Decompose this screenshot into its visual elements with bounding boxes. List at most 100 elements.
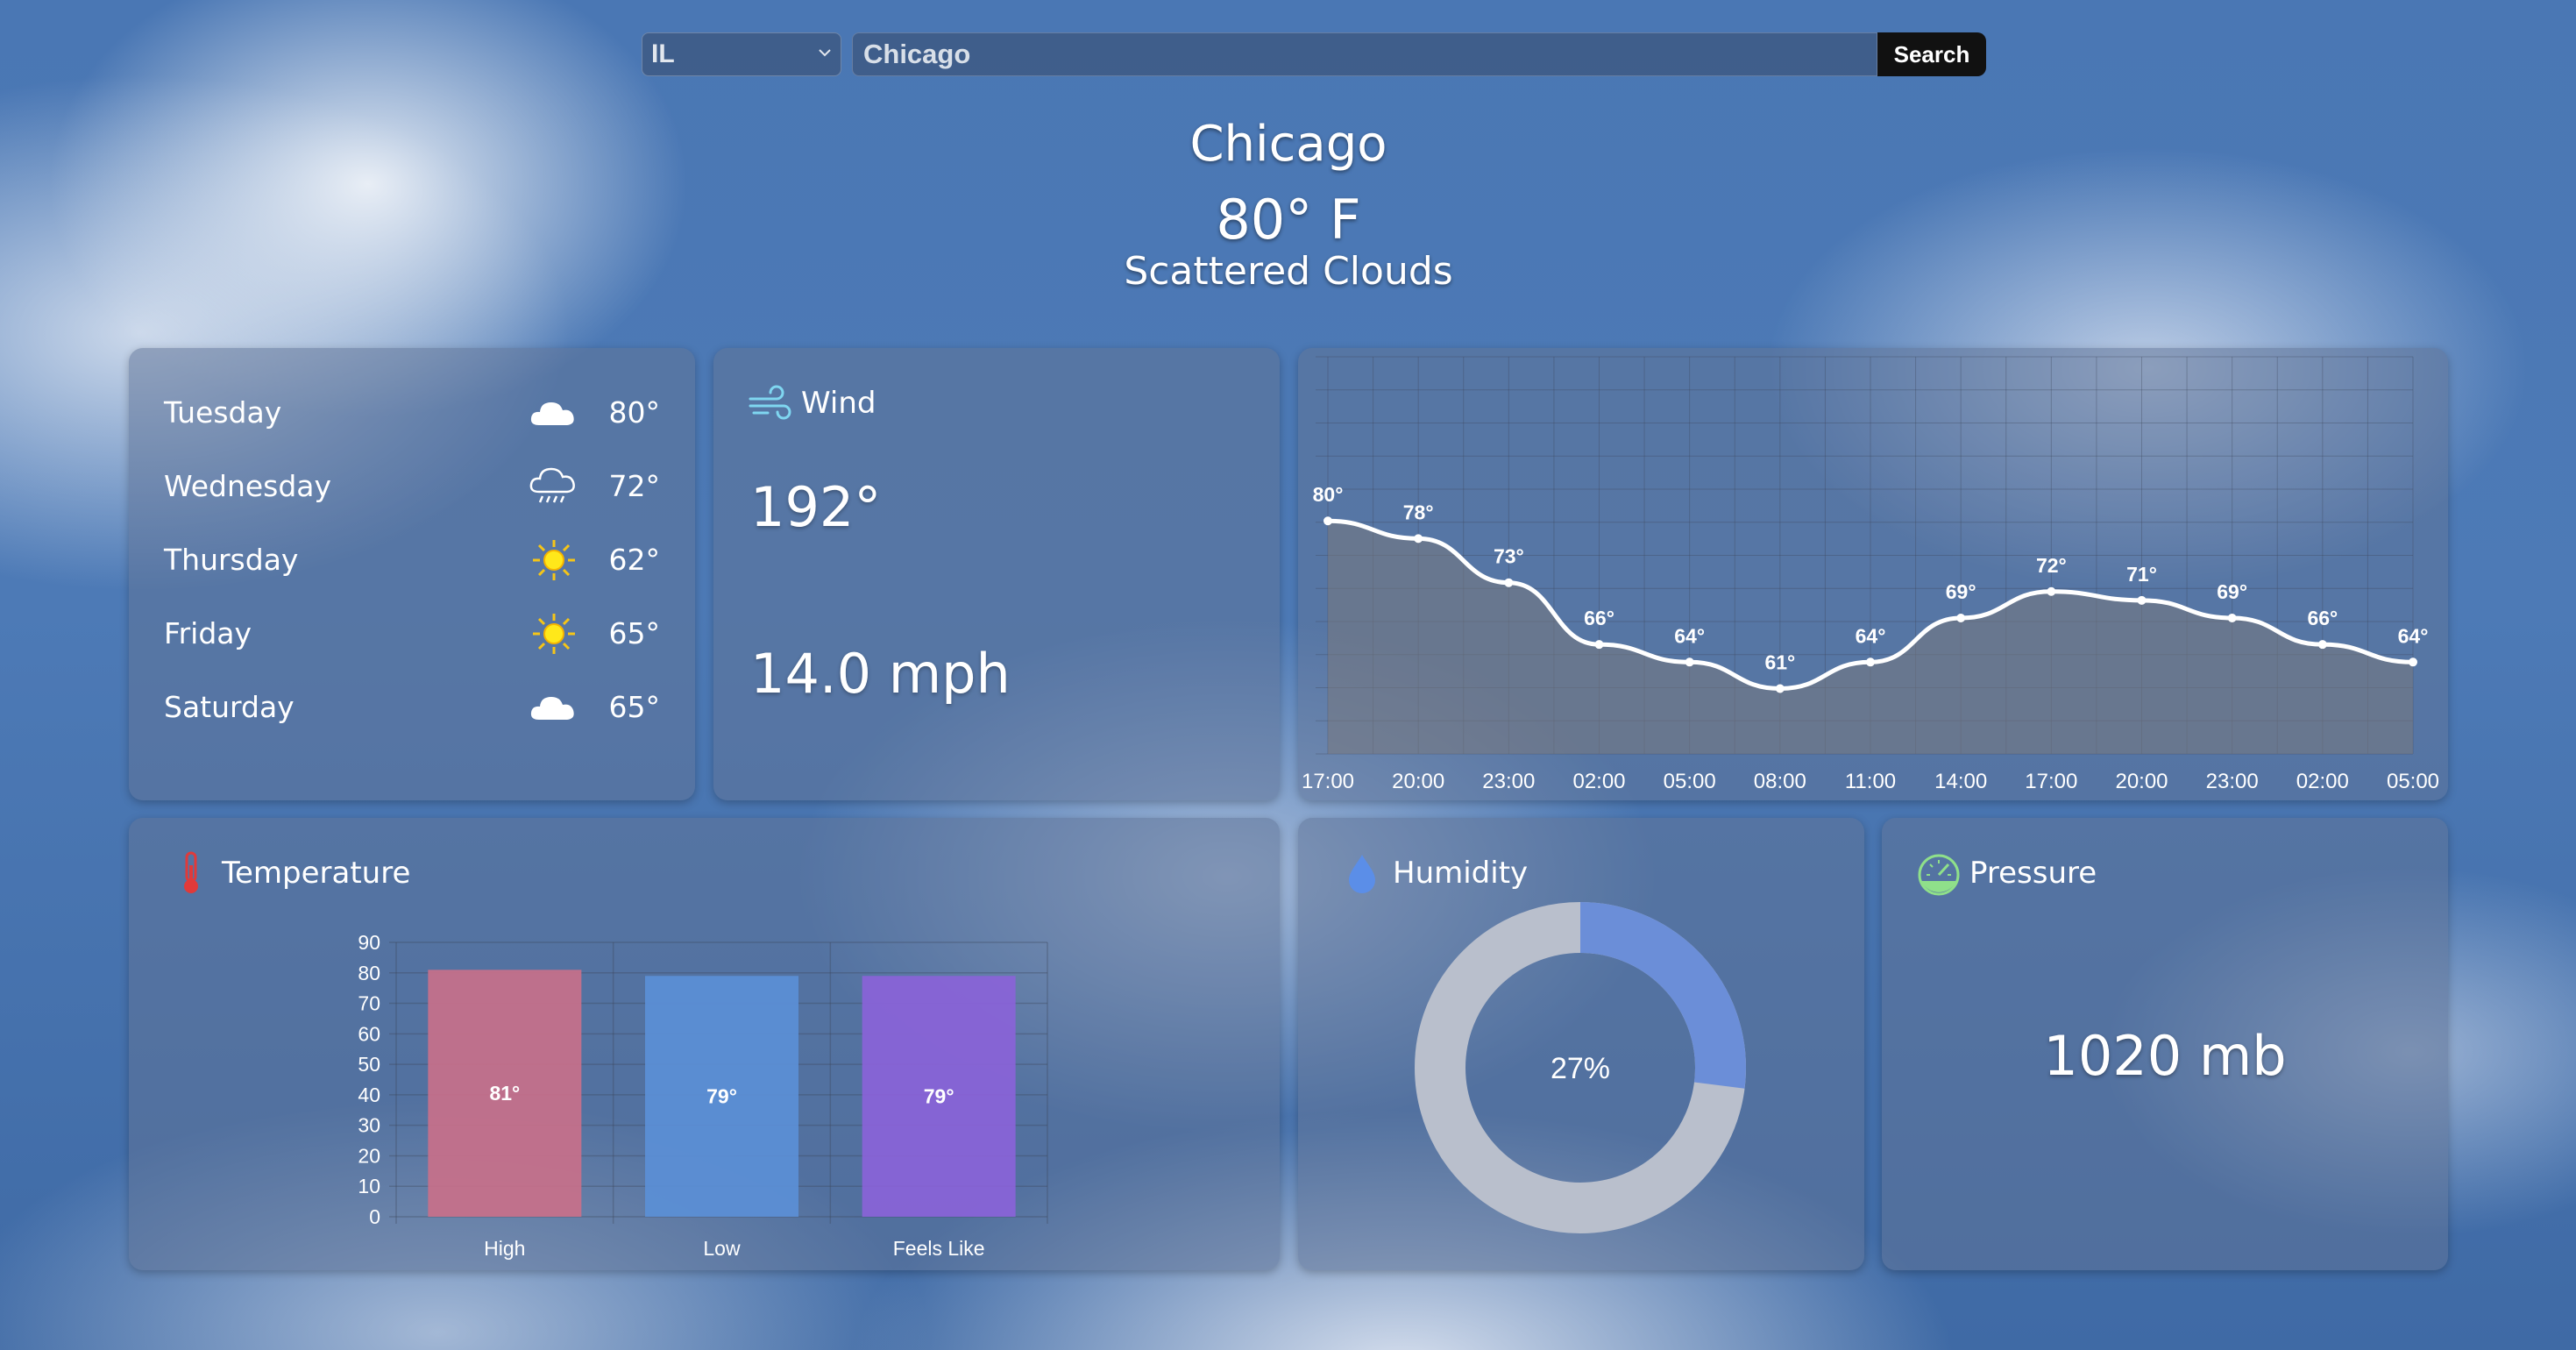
bar-value-label: 79° — [924, 1085, 954, 1108]
gauge-icon — [1918, 854, 1960, 896]
humidity-donut-chart: 27% — [1415, 902, 1746, 1233]
data-label: 80° — [1313, 483, 1344, 506]
y-tick-label: 70 — [358, 992, 380, 1015]
data-point — [1504, 578, 1514, 587]
temperature-panel: Temperature 0 10 20 30 40 50 60 70 80 90 81° High 79… — [129, 818, 1280, 1270]
data-point — [1956, 613, 1966, 622]
pressure-title: Pressure — [1915, 849, 2097, 897]
wind-title-label: Wind — [801, 386, 876, 421]
data-point — [2409, 657, 2417, 667]
x-tick-label: High — [484, 1237, 525, 1260]
cloud-icon — [530, 697, 574, 720]
forecast-day: Saturday — [164, 690, 295, 724]
y-tick-label: 60 — [358, 1022, 380, 1045]
data-label: 64° — [2398, 624, 2429, 647]
data-label: 71° — [2126, 563, 2157, 586]
forecast-temp: 72° — [608, 469, 661, 503]
data-label: 66° — [1584, 607, 1614, 629]
forecast-temp: 80° — [608, 395, 661, 430]
pressure-panel: Pressure 1020 mb — [1882, 818, 2448, 1270]
wind-icon — [749, 385, 791, 420]
rain-cloud-icon — [529, 467, 575, 503]
x-tick-label: 02:00 — [2296, 770, 2349, 793]
x-tick-label: 14:00 — [1934, 770, 1987, 793]
wind-direction: 192° — [750, 475, 882, 539]
forecast-temp: 62° — [608, 543, 661, 577]
x-tick-label: 11:00 — [1845, 770, 1896, 793]
forecast-panel: Tuesday 80° Wednesday 72° Thursday 62° F… — [129, 348, 695, 800]
forecast-row: Wednesday 72° — [164, 460, 660, 513]
data-point — [1775, 684, 1785, 693]
data-label: 64° — [1856, 624, 1886, 647]
hourly-temperature-chart: 80° 17:00 78° 20:00 73° 23:00 66° 02:00 64° 05:00… — [1302, 356, 2439, 793]
wind-speed: 14.0 mph — [750, 642, 1011, 706]
data-point — [1866, 657, 1875, 667]
data-label: 73° — [1494, 545, 1524, 568]
y-tick-label: 90 — [358, 931, 380, 954]
data-point — [1594, 640, 1604, 650]
state-select[interactable]: IL — [642, 32, 841, 76]
x-tick-label: 20:00 — [2115, 770, 2168, 793]
humidity-panel: Humidity 27% — [1298, 818, 1864, 1270]
x-tick-label: 17:00 — [2025, 770, 2077, 793]
weather-app: { "search": { "state_value": "IL", "city… — [0, 0, 2576, 1350]
y-tick-label: 40 — [358, 1084, 380, 1106]
data-label: 69° — [1946, 580, 1976, 603]
forecast-row: Tuesday 80° — [164, 387, 660, 439]
data-label: 78° — [1403, 501, 1434, 523]
y-tick-label: 30 — [358, 1114, 380, 1137]
x-tick-label: 02:00 — [1572, 770, 1625, 793]
wind-panel: Wind 192° 14.0 mph — [713, 348, 1280, 800]
forecast-temp: 65° — [608, 690, 661, 724]
data-point — [1685, 657, 1694, 667]
forecast-temp: 65° — [608, 616, 661, 650]
sun-icon — [533, 540, 575, 580]
forecast-row: Thursday 62° — [164, 534, 660, 586]
data-point — [1323, 516, 1332, 526]
y-tick-label: 20 — [358, 1144, 380, 1167]
forecast-day: Wednesday — [164, 469, 332, 503]
cloud-icon — [530, 402, 574, 425]
search-button[interactable]: Search — [1877, 32, 1986, 76]
data-label: 64° — [1674, 624, 1705, 647]
y-tick-label: 0 — [369, 1205, 380, 1228]
y-tick-label: 50 — [358, 1053, 380, 1076]
x-tick-label: Feels Like — [893, 1237, 985, 1260]
x-tick-label: 05:00 — [1664, 770, 1716, 793]
current-temperature: 80° F — [1216, 188, 1361, 252]
pressure-title-label: Pressure — [1969, 856, 2097, 891]
forecast-row: Friday 65° — [164, 608, 660, 660]
humidity-value: 27% — [1551, 1052, 1610, 1085]
data-label: 61° — [1764, 651, 1795, 674]
current-city: Chicago — [1189, 116, 1387, 173]
current-description: Scattered Clouds — [1124, 249, 1453, 294]
data-point — [1414, 534, 1423, 544]
data-point — [2047, 586, 2056, 596]
search-bar: IL Chicago Search — [642, 32, 1986, 76]
pressure-value: 1020 mb — [2043, 1024, 2287, 1088]
y-tick-label: 10 — [358, 1175, 380, 1197]
city-search-input[interactable]: Chicago — [852, 32, 1877, 76]
data-label: 72° — [2036, 554, 2067, 577]
data-point — [2137, 595, 2147, 605]
hourly-forecast-panel: 80° 17:00 78° 20:00 73° 23:00 66° 02:00 64° 05:00… — [1298, 348, 2448, 800]
data-point — [2227, 613, 2237, 622]
forecast-day: Tuesday — [164, 395, 282, 430]
data-label: 69° — [2217, 580, 2247, 603]
x-tick-label: 17:00 — [1302, 770, 1354, 793]
x-tick-label: 20:00 — [1392, 770, 1444, 793]
forecast-day: Thursday — [164, 543, 299, 577]
bar-value-label: 79° — [706, 1085, 737, 1108]
x-tick-label: 23:00 — [2206, 770, 2259, 793]
forecast-row: Saturday 65° — [164, 681, 660, 734]
state-select-value: IL — [651, 39, 675, 68]
data-label: 66° — [2307, 607, 2338, 629]
temperature-bar-chart: 0 10 20 30 40 50 60 70 80 90 81° High 79° Low 79° Feels… — [358, 931, 1048, 1260]
chevron-down-icon — [819, 49, 831, 57]
x-tick-label: Low — [703, 1237, 741, 1260]
x-tick-label: 08:00 — [1754, 770, 1806, 793]
x-tick-label: 05:00 — [2387, 770, 2439, 793]
data-point — [2317, 640, 2327, 650]
bar-value-label: 81° — [489, 1082, 520, 1105]
y-tick-label: 80 — [358, 962, 380, 984]
